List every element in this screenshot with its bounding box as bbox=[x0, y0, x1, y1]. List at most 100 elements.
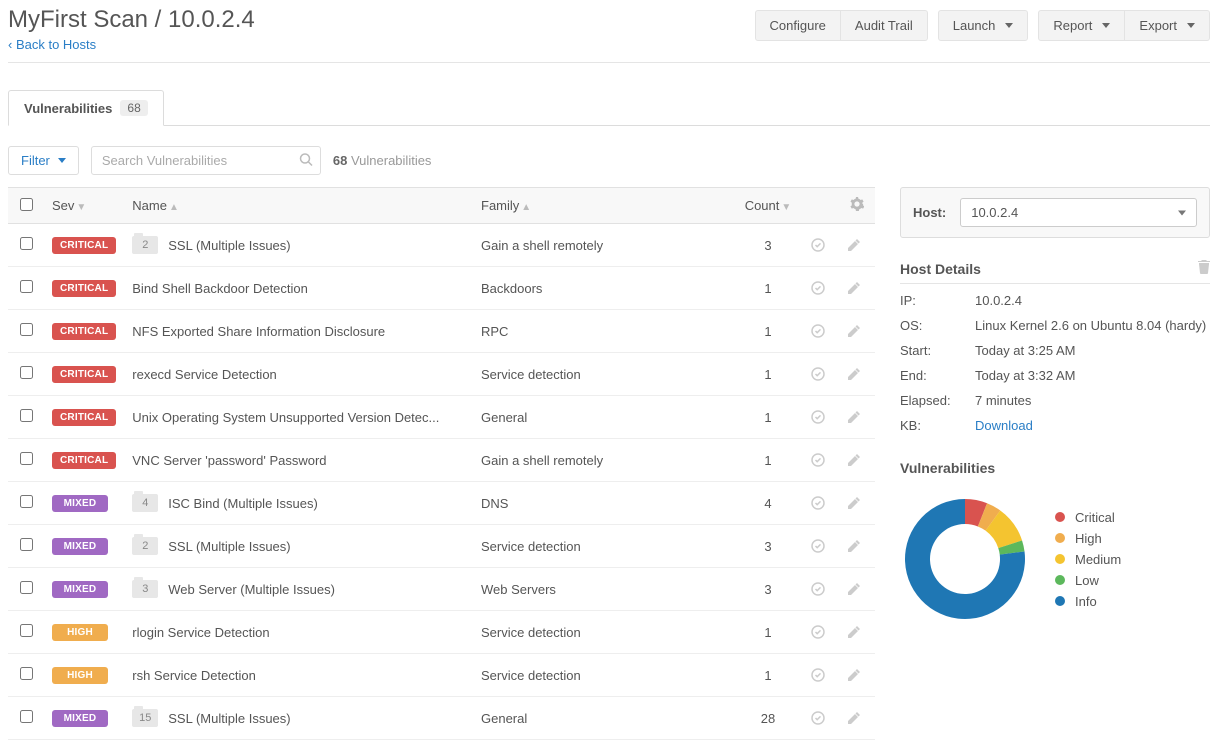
col-count[interactable]: Count▼ bbox=[733, 188, 803, 224]
launch-label: Launch bbox=[953, 18, 996, 33]
export-button[interactable]: Export bbox=[1125, 10, 1210, 41]
table-row[interactable]: CRITICAL rexecd Service Detection Servic… bbox=[8, 353, 875, 396]
row-checkbox[interactable] bbox=[20, 581, 33, 594]
vuln-count-text: 68 Vulnerabilities bbox=[333, 153, 432, 168]
status-icon[interactable] bbox=[811, 582, 831, 596]
edit-icon[interactable] bbox=[847, 411, 867, 424]
legend-dot bbox=[1055, 533, 1065, 543]
search-icon[interactable] bbox=[299, 152, 313, 169]
edit-icon[interactable] bbox=[847, 368, 867, 381]
row-checkbox[interactable] bbox=[20, 538, 33, 551]
status-icon[interactable] bbox=[811, 668, 831, 682]
row-checkbox[interactable] bbox=[20, 495, 33, 508]
vuln-family: General bbox=[473, 697, 733, 740]
row-checkbox[interactable] bbox=[20, 667, 33, 680]
edit-icon[interactable] bbox=[847, 669, 867, 682]
edit-icon[interactable] bbox=[847, 583, 867, 596]
edit-icon[interactable] bbox=[847, 497, 867, 510]
launch-button[interactable]: Launch bbox=[938, 10, 1029, 41]
trash-icon bbox=[1198, 260, 1210, 274]
filter-bar: Filter 68 Vulnerabilities bbox=[8, 146, 1210, 175]
delete-host-button[interactable] bbox=[1198, 260, 1210, 277]
col-settings[interactable] bbox=[839, 188, 875, 224]
table-row[interactable]: CRITICAL Bind Shell Backdoor Detection B… bbox=[8, 267, 875, 310]
table-row[interactable]: CRITICAL NFS Exported Share Information … bbox=[8, 310, 875, 353]
row-checkbox[interactable] bbox=[20, 452, 33, 465]
chevron-down-icon bbox=[1005, 23, 1013, 28]
chevron-down-icon bbox=[58, 158, 66, 163]
table-row[interactable]: CRITICAL Unix Operating System Unsupport… bbox=[8, 396, 875, 439]
vuln-count: 1 bbox=[733, 310, 803, 353]
report-button[interactable]: Report bbox=[1038, 10, 1125, 41]
status-icon[interactable] bbox=[811, 367, 831, 381]
table-row[interactable]: CRITICAL 2 SSL (Multiple Issues) Gain a … bbox=[8, 224, 875, 267]
table-row[interactable]: HIGH rsh Service Detection Service detec… bbox=[8, 654, 875, 697]
table-row[interactable]: MIXED 3 Web Server (Multiple Issues) Web… bbox=[8, 568, 875, 611]
edit-icon[interactable] bbox=[847, 540, 867, 553]
col-family[interactable]: Family▲ bbox=[473, 188, 733, 224]
detail-row: KB:Download bbox=[900, 413, 1210, 438]
status-icon[interactable] bbox=[811, 711, 831, 725]
legend-row: High bbox=[1055, 531, 1121, 546]
vuln-count: 1 bbox=[733, 353, 803, 396]
host-dropdown[interactable]: 10.0.2.4 bbox=[960, 198, 1197, 227]
folder-count-badge: 15 bbox=[132, 709, 158, 727]
name-cell: rlogin Service Detection bbox=[132, 625, 465, 640]
vuln-family: Service detection bbox=[473, 611, 733, 654]
row-checkbox[interactable] bbox=[20, 624, 33, 637]
tab-vulnerabilities-count: 68 bbox=[120, 100, 147, 116]
search-input[interactable] bbox=[91, 146, 321, 175]
edit-icon[interactable] bbox=[847, 239, 867, 252]
edit-icon[interactable] bbox=[847, 454, 867, 467]
audit-trail-button[interactable]: Audit Trail bbox=[841, 10, 928, 41]
configure-button[interactable]: Configure bbox=[755, 10, 841, 41]
row-checkbox[interactable] bbox=[20, 280, 33, 293]
col-sev[interactable]: Sev▼ bbox=[44, 188, 124, 224]
detail-key: Elapsed: bbox=[900, 393, 975, 408]
edit-icon[interactable] bbox=[847, 282, 867, 295]
sort-asc-icon: ▲ bbox=[169, 202, 179, 213]
table-row[interactable]: HIGH rlogin Service Detection Service de… bbox=[8, 611, 875, 654]
folder-count-badge: 3 bbox=[132, 580, 158, 598]
detail-key: KB: bbox=[900, 418, 975, 433]
col-sev-label: Sev bbox=[52, 198, 74, 213]
legend-label: Critical bbox=[1075, 510, 1115, 525]
folder-count-badge: 2 bbox=[132, 537, 158, 555]
table-row[interactable]: MIXED 15 SSL (Multiple Issues) General 2… bbox=[8, 697, 875, 740]
chevron-down-icon bbox=[1187, 23, 1195, 28]
status-icon[interactable] bbox=[811, 238, 831, 252]
status-icon[interactable] bbox=[811, 410, 831, 424]
status-icon[interactable] bbox=[811, 496, 831, 510]
row-checkbox[interactable] bbox=[20, 409, 33, 422]
toolbar: Configure Audit Trail Launch Report Expo… bbox=[755, 6, 1210, 41]
vuln-family: Web Servers bbox=[473, 568, 733, 611]
legend-dot bbox=[1055, 575, 1065, 585]
status-icon[interactable] bbox=[811, 281, 831, 295]
select-all-checkbox[interactable] bbox=[20, 198, 33, 211]
vuln-name: SSL (Multiple Issues) bbox=[168, 238, 290, 253]
severity-pill: MIXED bbox=[52, 710, 108, 727]
kb-download-link[interactable]: Download bbox=[975, 418, 1033, 433]
row-checkbox[interactable] bbox=[20, 710, 33, 723]
back-to-hosts-link[interactable]: ‹ Back to Hosts bbox=[8, 37, 96, 53]
table-row[interactable]: MIXED 2 SSL (Multiple Issues) Service de… bbox=[8, 525, 875, 568]
edit-icon[interactable] bbox=[847, 325, 867, 338]
status-icon[interactable] bbox=[811, 539, 831, 553]
status-icon[interactable] bbox=[811, 625, 831, 639]
table-row[interactable]: MIXED 4 ISC Bind (Multiple Issues) DNS 4 bbox=[8, 482, 875, 525]
vuln-name: rsh Service Detection bbox=[132, 668, 256, 683]
row-checkbox[interactable] bbox=[20, 237, 33, 250]
col-name[interactable]: Name▲ bbox=[124, 188, 473, 224]
row-checkbox[interactable] bbox=[20, 366, 33, 379]
name-cell: NFS Exported Share Information Disclosur… bbox=[132, 324, 465, 339]
edit-icon[interactable] bbox=[847, 626, 867, 639]
table-row[interactable]: CRITICAL VNC Server 'password' Password … bbox=[8, 439, 875, 482]
row-checkbox[interactable] bbox=[20, 323, 33, 336]
status-icon[interactable] bbox=[811, 324, 831, 338]
status-icon[interactable] bbox=[811, 453, 831, 467]
search-wrap bbox=[91, 146, 321, 175]
tab-vulnerabilities[interactable]: Vulnerabilities 68 bbox=[8, 90, 164, 126]
detail-value: 7 minutes bbox=[975, 393, 1031, 408]
edit-icon[interactable] bbox=[847, 712, 867, 725]
filter-button[interactable]: Filter bbox=[8, 146, 79, 175]
